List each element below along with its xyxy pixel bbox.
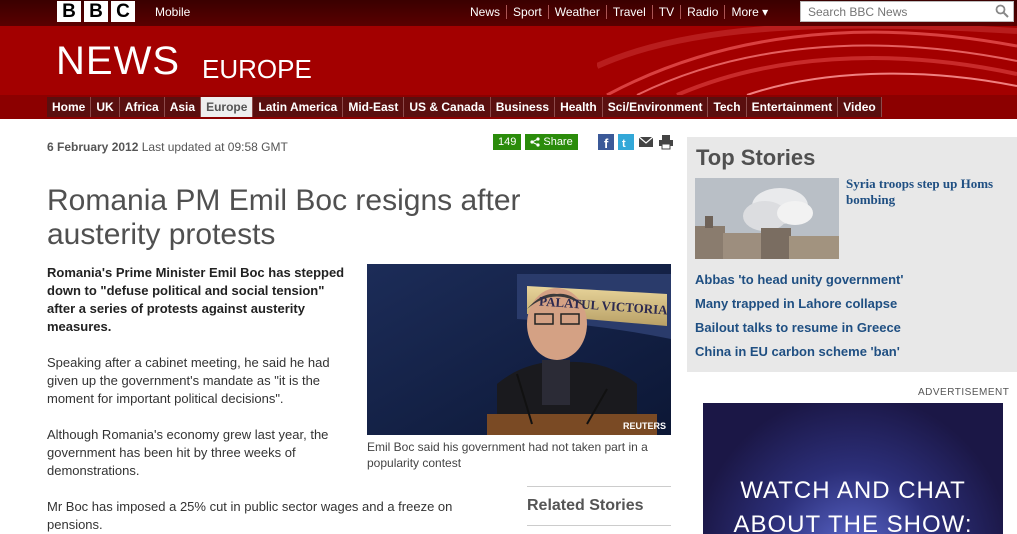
article-paragraph: Although Romania's economy grew last yea…: [47, 427, 329, 478]
banner-swoosh-graphic: [597, 26, 1017, 95]
logo-letter-c: C: [111, 1, 135, 22]
share-label: Share: [543, 136, 573, 148]
section-tabs: Home UK Africa Asia Europe Latin America Mid-E…: [47, 97, 882, 117]
article-photo: PALATUL VICTORIA REUTERS: [367, 264, 671, 435]
last-updated: Last updated at 09:58 GMT: [141, 140, 288, 154]
mobile-link[interactable]: Mobile: [155, 5, 190, 19]
top-story-link[interactable]: Many trapped in Lahore collapse: [695, 296, 897, 311]
chevron-down-icon: ▾: [762, 5, 769, 19]
related-stories-title: Related Stories: [527, 497, 644, 514]
section-tab-africa[interactable]: Africa: [120, 97, 165, 117]
article-paragraph: Speaking after a cabinet meeting, he sai…: [47, 355, 330, 406]
article-intro: Romania's Prime Minister Emil Boc has st…: [47, 265, 345, 334]
section-tab-health[interactable]: Health: [555, 97, 603, 117]
top-story-link[interactable]: Abbas 'to head unity government': [695, 272, 903, 287]
section-tab-europe[interactable]: Europe: [201, 97, 254, 117]
photo-illustration: [367, 264, 671, 435]
section-tab-video[interactable]: Video: [838, 97, 882, 117]
advert-line-2: ABOUT THE SHOW:: [733, 511, 973, 534]
news-wordmark[interactable]: NEWS: [56, 39, 180, 84]
logo-letter-b1: B: [57, 1, 81, 22]
email-icon[interactable]: [638, 134, 654, 150]
nav-weather[interactable]: Weather: [547, 5, 606, 19]
section-tab-uk[interactable]: UK: [91, 97, 120, 117]
thumbnail-illustration: [695, 178, 839, 259]
date-line: 6 February 2012 Last updated at 09:58 GM…: [47, 140, 288, 154]
search-icon[interactable]: [995, 4, 1009, 18]
article-headline: Romania PM Emil Boc resigns after auster…: [47, 184, 521, 251]
share-button[interactable]: Share: [525, 134, 578, 150]
facebook-icon[interactable]: f: [597, 134, 614, 150]
top-stories-title: Top Stories: [696, 145, 816, 170]
global-nav: News Sport Weather Travel TV Radio More …: [470, 5, 774, 19]
top-stories-panel: Top Stories Syria troops step up Homs bo…: [687, 137, 1017, 372]
section-tab-latin-america[interactable]: Latin America: [253, 97, 344, 117]
section-wordmark: EUROPE: [202, 54, 312, 84]
advert-line-1: WATCH AND CHAT: [740, 477, 966, 504]
section-tab-business[interactable]: Business: [491, 97, 556, 117]
top-bar: B B C Mobile News Sport Weather Travel T…: [0, 0, 1017, 26]
section-tab-sci-environment[interactable]: Sci/Environment: [603, 97, 709, 117]
section-nav: Home UK Africa Asia Europe Latin America Mid-E…: [0, 95, 1017, 119]
twitter-icon[interactable]: t: [617, 134, 634, 150]
section-tab-asia[interactable]: Asia: [165, 97, 202, 117]
section-tab-us-canada[interactable]: US & Canada: [404, 97, 491, 117]
nav-travel[interactable]: Travel: [605, 5, 652, 19]
share-count: 149: [493, 134, 522, 150]
search-input[interactable]: [801, 2, 991, 21]
section-tab-entertainment[interactable]: Entertainment: [747, 97, 839, 117]
article-date: 6 February 2012: [47, 140, 139, 154]
nav-news[interactable]: News: [470, 5, 506, 19]
top-story-thumbnail[interactable]: [695, 178, 839, 259]
nav-more[interactable]: More ▾: [724, 5, 774, 19]
share-bar: 149 Share f t: [493, 134, 674, 150]
top-story-link[interactable]: Bailout talks to resume in Greece: [695, 320, 901, 335]
section-tab-home[interactable]: Home: [47, 97, 92, 117]
photo-caption: Emil Boc said his government had not tak…: [367, 440, 648, 470]
nav-radio[interactable]: Radio: [680, 5, 724, 19]
print-icon[interactable]: [658, 134, 674, 150]
advertisement-banner[interactable]: WATCH AND CHAT ABOUT THE SHOW:: [703, 403, 1003, 534]
share-icon: [530, 137, 540, 147]
nav-more-label: More: [731, 5, 759, 19]
svg-text:f: f: [604, 136, 609, 150]
top-story-link[interactable]: China in EU carbon scheme 'ban': [695, 344, 900, 359]
logo-letter-b2: B: [84, 1, 108, 22]
section-tab-mid-east[interactable]: Mid-East: [343, 97, 405, 117]
section-tab-tech[interactable]: Tech: [708, 97, 747, 117]
top-story-lead-link[interactable]: Syria troops step up Homs bombing: [846, 176, 1006, 208]
search-box: [800, 1, 1014, 22]
nav-sport[interactable]: Sport: [506, 5, 548, 19]
related-stories: Related Stories: [527, 486, 671, 526]
article-paragraph: Mr Boc has imposed a 25% cut in public s…: [47, 499, 453, 532]
advertisement-label: ADVERTISEMENT: [918, 387, 1010, 398]
photo-credit: REUTERS: [622, 421, 666, 431]
news-banner: NEWS EUROPE: [0, 26, 1017, 95]
bbc-logo[interactable]: B B C: [57, 1, 135, 22]
nav-tv[interactable]: TV: [651, 5, 680, 19]
svg-text:t: t: [622, 138, 626, 150]
